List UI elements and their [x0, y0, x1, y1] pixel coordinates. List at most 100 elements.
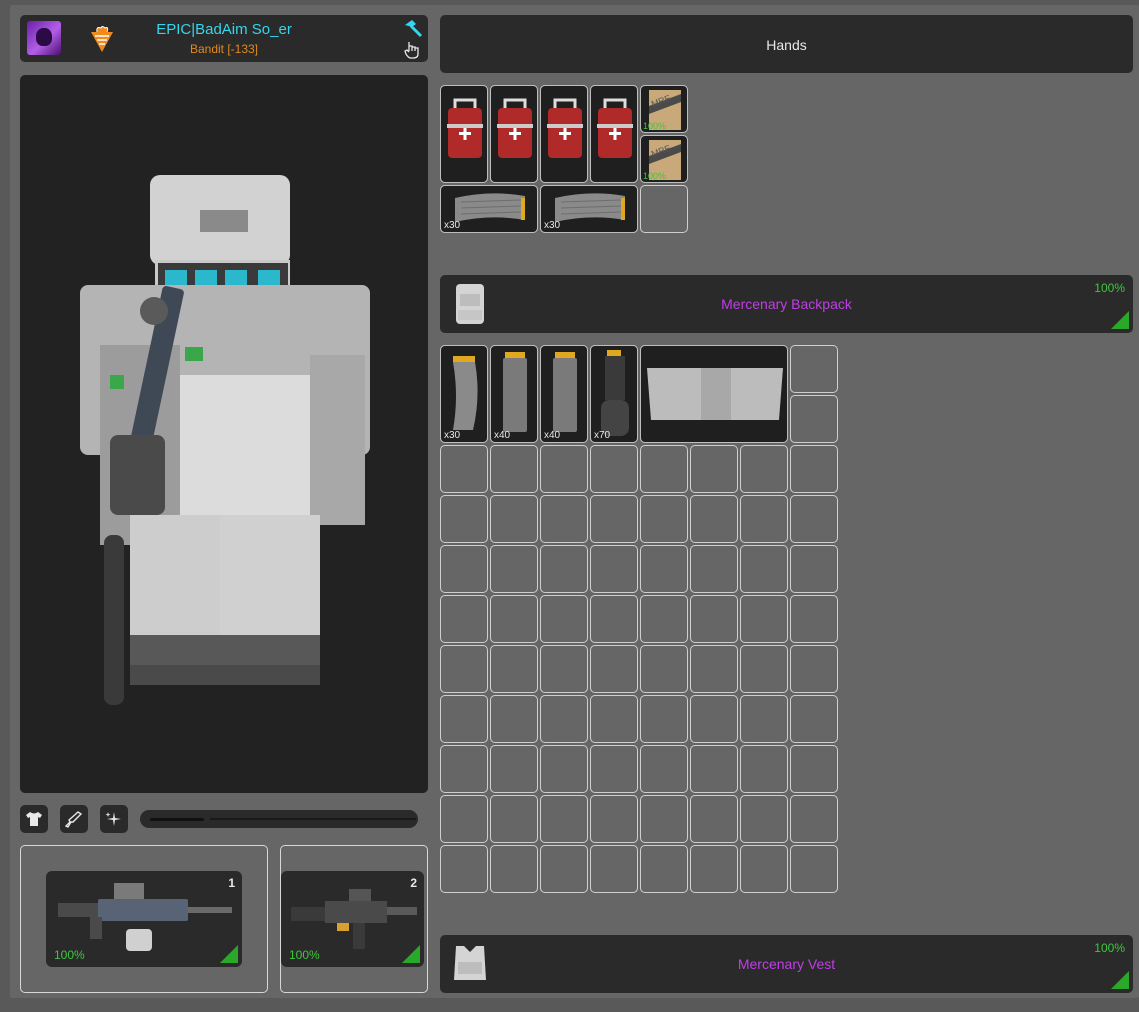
backpack-grid-cell[interactable]	[640, 695, 688, 743]
medkit-item[interactable]	[590, 85, 638, 183]
backpack-grid-cell[interactable]	[540, 795, 588, 843]
backpack-grid-cell[interactable]	[790, 595, 838, 643]
backpack-grid-cell[interactable]	[740, 495, 788, 543]
backpack-grid-cell[interactable]	[590, 695, 638, 743]
zoom-slider-handle[interactable]	[144, 811, 210, 827]
backpack-grid-cell[interactable]	[540, 495, 588, 543]
weapon-slot-2[interactable]: 2 100%	[280, 845, 428, 993]
backpack-grid-cell[interactable]	[740, 545, 788, 593]
backpack-grid-cell[interactable]	[690, 795, 738, 843]
backpack-grid-cell[interactable]	[640, 845, 688, 893]
backpack-grid-cell[interactable]	[740, 695, 788, 743]
backpack-grid-cell[interactable]	[440, 445, 488, 493]
backpack-grid-cell[interactable]	[640, 545, 688, 593]
backpack-grid-cell[interactable]	[690, 445, 738, 493]
backpack-grid-cell[interactable]	[640, 595, 688, 643]
backpack-grid-cell[interactable]	[640, 745, 688, 793]
backpack-grid-cell[interactable]	[440, 545, 488, 593]
magazine-item[interactable]: x40	[490, 345, 538, 443]
backpack-grid-cell[interactable]	[540, 695, 588, 743]
backpack-grid-cell[interactable]	[590, 595, 638, 643]
backpack-grid-cell[interactable]	[440, 595, 488, 643]
backpack-grid-cell[interactable]	[590, 745, 638, 793]
backpack-grid-cell[interactable]	[490, 795, 538, 843]
backpack-grid-cell[interactable]	[790, 445, 838, 493]
backpack-grid-cell[interactable]	[690, 545, 738, 593]
armor-plate-carrier-item[interactable]	[640, 345, 788, 443]
backpack-grid-cell[interactable]	[640, 795, 688, 843]
hammer-icon[interactable]	[403, 20, 423, 38]
backpack-grid-cell[interactable]	[540, 845, 588, 893]
backpack-grid-cell[interactable]	[590, 645, 638, 693]
magazine-item[interactable]: x30	[540, 185, 638, 233]
backpack-grid-cell[interactable]	[690, 645, 738, 693]
backpack-grid-cell[interactable]	[740, 445, 788, 493]
backpack-grid-cell[interactable]	[590, 545, 638, 593]
backpack-grid-cell[interactable]	[490, 745, 538, 793]
backpack-grid-cell[interactable]	[590, 795, 638, 843]
magazine-item[interactable]: x70	[590, 345, 638, 443]
backpack-grid-cell[interactable]	[690, 495, 738, 543]
backpack-grid-cell[interactable]	[740, 745, 788, 793]
backpack-grid-cell[interactable]	[790, 395, 838, 443]
backpack-grid-cell[interactable]	[640, 645, 688, 693]
primary-weapon-card[interactable]: 1 100%	[46, 871, 242, 967]
effects-view-button[interactable]	[100, 805, 128, 833]
magazine-item[interactable]: x30	[440, 345, 488, 443]
backpack-grid-cell[interactable]	[440, 495, 488, 543]
backpack-grid-cell[interactable]	[690, 845, 738, 893]
backpack-grid-cell[interactable]	[790, 545, 838, 593]
zoom-slider[interactable]	[140, 810, 418, 828]
backpack-grid-cell[interactable]	[790, 695, 838, 743]
mre-item[interactable]: 100% MRE	[640, 135, 688, 183]
backpack-grid-cell[interactable]	[590, 445, 638, 493]
medkit-item[interactable]	[440, 85, 488, 183]
hands-grid-cell[interactable]	[640, 185, 688, 233]
backpack-grid-cell[interactable]	[490, 545, 538, 593]
backpack-grid-cell[interactable]	[740, 645, 788, 693]
backpack-grid-cell[interactable]	[590, 845, 638, 893]
backpack-grid-cell[interactable]	[690, 695, 738, 743]
backpack-grid-cell[interactable]	[640, 445, 688, 493]
backpack-grid-cell[interactable]	[540, 645, 588, 693]
backpack-grid-cell[interactable]	[440, 745, 488, 793]
backpack-grid-cell[interactable]	[640, 495, 688, 543]
backpack-grid-cell[interactable]	[540, 545, 588, 593]
backpack-grid-cell[interactable]	[440, 695, 488, 743]
hand-cursor-icon[interactable]	[403, 40, 421, 60]
backpack-grid-cell[interactable]	[440, 795, 488, 843]
backpack-grid-cell[interactable]	[440, 845, 488, 893]
backpack-grid-cell[interactable]	[740, 595, 788, 643]
backpack-grid-cell[interactable]	[790, 845, 838, 893]
backpack-grid-cell[interactable]	[490, 845, 538, 893]
backpack-grid-cell[interactable]	[790, 345, 838, 393]
backpack-grid-cell[interactable]	[440, 645, 488, 693]
backpack-grid-cell[interactable]	[790, 745, 838, 793]
secondary-weapon-card[interactable]: 2 100%	[281, 871, 424, 967]
backpack-grid-cell[interactable]	[490, 445, 538, 493]
character-viewport[interactable]	[20, 75, 428, 793]
backpack-slot[interactable]: Mercenary Backpack 100%	[440, 275, 1133, 333]
backpack-grid-cell[interactable]	[590, 495, 638, 543]
mre-item[interactable]: 100% MRE	[640, 85, 688, 133]
hands-slot[interactable]: Hands	[440, 15, 1133, 73]
medkit-item[interactable]	[490, 85, 538, 183]
backpack-grid-cell[interactable]	[490, 695, 538, 743]
magazine-item[interactable]: x30	[440, 185, 538, 233]
magazine-item[interactable]: x40	[540, 345, 588, 443]
backpack-grid-cell[interactable]	[690, 595, 738, 643]
backpack-grid-cell[interactable]	[490, 595, 538, 643]
weapon-slot-1[interactable]: 1 100%	[20, 845, 268, 993]
weapon-view-button[interactable]	[60, 805, 88, 833]
backpack-grid-cell[interactable]	[740, 845, 788, 893]
backpack-grid-cell[interactable]	[790, 495, 838, 543]
backpack-grid-cell[interactable]	[690, 745, 738, 793]
backpack-grid-cell[interactable]	[790, 795, 838, 843]
backpack-grid-cell[interactable]	[540, 445, 588, 493]
backpack-grid-cell[interactable]	[490, 495, 538, 543]
backpack-grid-cell[interactable]	[740, 795, 788, 843]
medkit-item[interactable]	[540, 85, 588, 183]
backpack-grid-cell[interactable]	[490, 645, 538, 693]
backpack-grid-cell[interactable]	[540, 595, 588, 643]
shirt-view-button[interactable]	[20, 805, 48, 833]
